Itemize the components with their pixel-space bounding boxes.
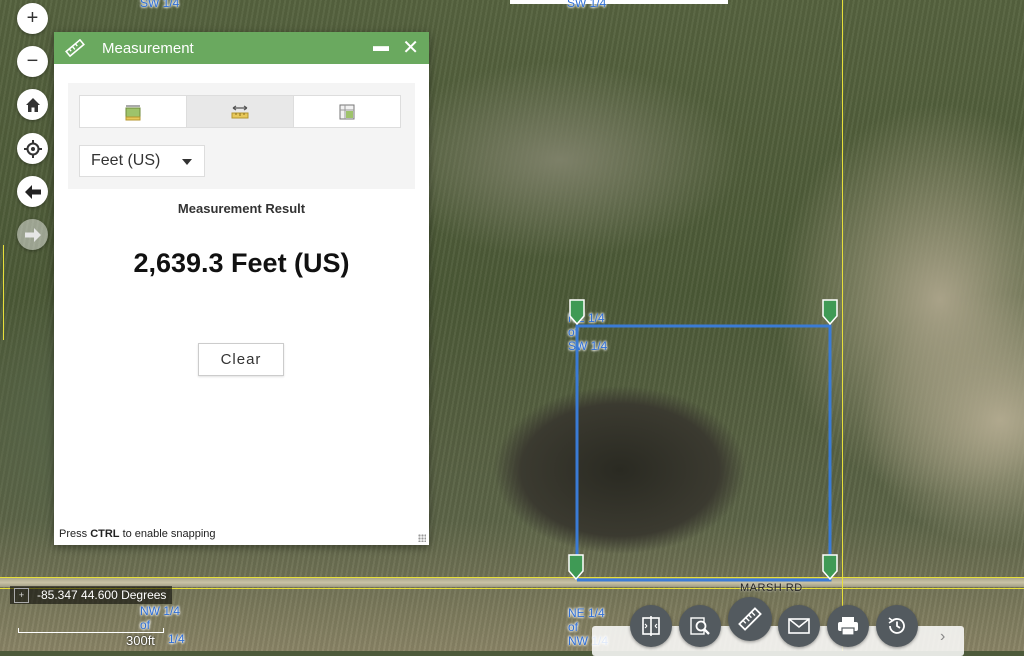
vertex-marker (822, 554, 838, 581)
plus-icon: + (26, 7, 39, 29)
home-button[interactable] (17, 89, 48, 120)
measurement-tools: Feet (US) (68, 83, 415, 189)
chevron-right-icon[interactable]: › (940, 628, 945, 646)
printer-icon (838, 617, 858, 636)
measurement-line (575, 324, 832, 582)
next-extent-button[interactable] (17, 219, 48, 250)
distance-measure-icon (231, 105, 249, 118)
ruler-icon (65, 39, 85, 57)
panel-title: Measurement (102, 39, 194, 57)
print-button[interactable] (827, 605, 869, 647)
snap-hint-prefix: Press (59, 528, 91, 540)
close-button[interactable]: ✕ (402, 35, 419, 60)
location-measure-icon (339, 104, 355, 119)
panel-header[interactable]: Measurement ▬ ✕ (54, 32, 429, 64)
home-icon (25, 97, 40, 112)
minimize-icon: ▬ (373, 38, 389, 55)
minimize-button[interactable]: ▬ (373, 38, 389, 56)
zoom-in-button[interactable]: + (17, 3, 48, 34)
search-layer-button[interactable] (679, 605, 721, 647)
measurement-panel: Measurement ▬ ✕ Feet (US) Measurement Re… (54, 32, 429, 545)
arrow-left-icon (24, 184, 41, 199)
measurement-button[interactable] (728, 597, 772, 641)
close-icon: ✕ (402, 37, 419, 59)
unit-select[interactable]: Feet (US) (79, 145, 205, 177)
locate-button[interactable] (17, 133, 48, 164)
resize-handle[interactable] (418, 534, 426, 542)
swipe-icon (642, 616, 660, 636)
vertex-marker (822, 299, 838, 326)
unit-select-value: Feet (US) (91, 152, 161, 169)
caret-down-icon (182, 159, 192, 165)
vertex-marker (568, 554, 584, 581)
history-button[interactable] (876, 605, 918, 647)
coordinate-display: + -85.347 44.600 Degrees (10, 586, 173, 604)
snap-hint-key: CTRL (90, 528, 120, 540)
history-icon (888, 617, 905, 634)
snap-hint-suffix: to enable snapping (119, 528, 216, 540)
result-value: 2,639.3 Feet (US) (133, 248, 350, 278)
minus-icon: − (26, 50, 39, 72)
previous-extent-button[interactable] (17, 176, 48, 207)
arrow-right-icon (24, 227, 41, 242)
area-tab[interactable] (80, 96, 187, 127)
result-label: Measurement Result (177, 201, 306, 216)
distance-tab[interactable] (187, 96, 294, 127)
locate-icon (23, 139, 42, 158)
swipe-button[interactable] (630, 605, 672, 647)
location-tab[interactable] (294, 96, 400, 127)
ruler-icon (738, 607, 762, 631)
clear-button[interactable]: Clear (198, 343, 284, 376)
vertex-marker (569, 299, 585, 326)
area-measure-icon (125, 105, 141, 120)
zoom-out-button[interactable]: − (17, 46, 48, 77)
coordinate-text: -85.347 44.600 Degrees (37, 588, 167, 602)
scale-label: 300ft (126, 633, 155, 648)
measure-tool-tabs (79, 95, 401, 128)
coordinate-toggle-icon[interactable]: + (14, 587, 29, 603)
email-icon (788, 618, 810, 634)
search-icon (690, 617, 710, 635)
snapping-hint: Press CTRL to enable snapping (59, 528, 216, 540)
share-email-button[interactable] (778, 605, 820, 647)
